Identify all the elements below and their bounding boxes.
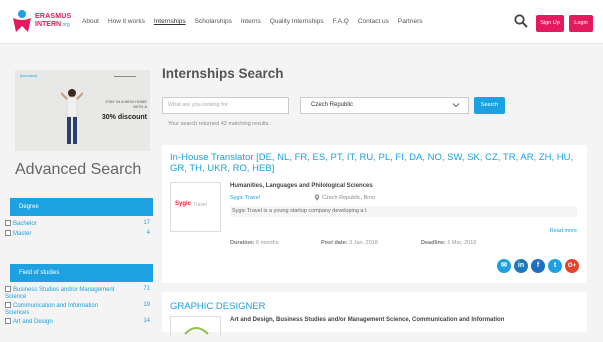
filter-option-business[interactable]: Business Studies and/or Management Scien… — [5, 286, 150, 301]
result-count: Your search returned 42 matching results… — [168, 121, 270, 127]
ad-tag: [erro.store] — [20, 74, 37, 78]
nav-partners[interactable]: Partners — [398, 0, 423, 44]
nav-internships[interactable]: Internships — [154, 0, 186, 44]
ad-text: STAY IN A NEW HOME WITH A — [105, 99, 147, 109]
read-more-link[interactable]: Read more — [550, 228, 577, 234]
country-value: Czech Republic — [311, 102, 354, 108]
chevron-down-icon — [452, 103, 460, 108]
search-input[interactable]: What are you looking for — [162, 97, 289, 114]
country-select[interactable]: Czech Republic — [300, 97, 469, 114]
sign-up-button[interactable]: Sign Up — [536, 15, 564, 32]
login-button[interactable]: Login — [569, 15, 593, 32]
checkbox[interactable] — [5, 286, 11, 292]
main-menu: About How it works Internships Scholarsh… — [82, 0, 432, 44]
search-button[interactable]: Search — [474, 97, 505, 114]
company-name[interactable]: Sygic Travel — [230, 195, 260, 201]
listing-title[interactable]: In-House Translator [DE, NL, FR, ES, PT,… — [170, 152, 585, 174]
listing-post-date: Post date: 3 Jan, 2018 — [321, 240, 378, 246]
nav-faq[interactable]: F.A.Q — [333, 0, 349, 44]
nav-contact-us[interactable]: Contact us — [358, 0, 389, 44]
checkbox[interactable] — [5, 220, 11, 226]
filter-count: 19 — [143, 302, 150, 308]
nav-scholarships[interactable]: Scholarships — [195, 0, 232, 44]
nav-quality-internships[interactable]: Quality Internships — [270, 0, 324, 44]
linkedin-icon[interactable]: in — [514, 259, 528, 273]
ad-discount: 30% discount — [101, 114, 147, 121]
twitter-icon[interactable]: t — [548, 259, 562, 273]
advanced-search-title: Advanced Search — [15, 161, 142, 178]
top-navbar: ERASMUS INTERN.org About How it works In… — [0, 0, 603, 44]
sidebar: [erro.store] STAY IN A NEW HOME WITH A 3… — [0, 44, 158, 327]
filter-option-master[interactable]: Master 4 — [5, 230, 150, 238]
checkbox[interactable] — [5, 302, 11, 308]
nav-interns[interactable]: Interns — [241, 0, 261, 44]
search-icon[interactable] — [514, 14, 528, 28]
listing-location: Czech Republic, Brno — [322, 195, 376, 201]
listing-description: Sygic Travel is a young startup company … — [230, 206, 577, 217]
field-filter-title: Field of studies — [10, 264, 153, 282]
location-pin-icon — [314, 194, 320, 201]
listing-title[interactable]: GRAPHIC DESIGNER — [170, 301, 266, 312]
filter-option-bachelor[interactable]: Bachelor 17 — [5, 220, 150, 228]
logo-text-intern: INTERN.org — [35, 21, 70, 28]
company-logo-image — [184, 327, 209, 335]
logo-suffix: .org — [61, 22, 70, 28]
checkbox[interactable] — [5, 318, 11, 324]
facebook-icon[interactable]: f — [531, 259, 545, 273]
nav-how-it-works[interactable]: How it works — [108, 0, 145, 44]
google-plus-icon[interactable]: G+ — [565, 259, 579, 273]
nav-about[interactable]: About — [82, 0, 99, 44]
email-icon[interactable]: ✉ — [497, 259, 511, 273]
ad-person-image — [61, 89, 83, 144]
listing-card: GRAPHIC DESIGNER Art and Design, Busines… — [162, 292, 587, 336]
filter-count: 17 — [143, 220, 150, 226]
logo-travel: Travel — [193, 202, 207, 208]
company-logo[interactable]: Sygic Travel — [170, 182, 221, 232]
site-logo[interactable]: ERASMUS INTERN.org — [11, 8, 71, 36]
filter-option-communication[interactable]: Communication and Information Sciences 1… — [5, 302, 150, 317]
checkbox[interactable] — [5, 230, 11, 236]
ad-banner[interactable]: [erro.store] STAY IN A NEW HOME WITH A 3… — [15, 70, 150, 151]
listing-duration: Duration: 6 months — [230, 240, 279, 246]
ad-divider — [114, 76, 136, 77]
logo-icon — [13, 10, 31, 32]
degree-filter-title: Degree — [10, 198, 153, 216]
filter-count: 4 — [146, 230, 150, 236]
logo-text-erasmus: ERASMUS — [35, 13, 72, 20]
main-content: Internships Search What are you looking … — [158, 44, 603, 336]
logo-sygic: Sygic — [175, 201, 192, 207]
filter-count: 71 — [143, 286, 150, 292]
listing-card: In-House Translator [DE, NL, FR, ES, PT,… — [162, 145, 587, 283]
listing-category: Humanities, Languages and Philological S… — [230, 183, 373, 189]
filter-count: 14 — [143, 318, 150, 324]
company-logo[interactable] — [170, 316, 221, 336]
listing-deadline: Deadline: 1 Mar, 2018 — [421, 240, 477, 246]
filter-option-art-design[interactable]: Art and Design 14 — [5, 318, 150, 326]
listing-category: Art and Design, Business Studies and/or … — [230, 317, 505, 323]
page-title: Internships Search — [162, 66, 284, 81]
